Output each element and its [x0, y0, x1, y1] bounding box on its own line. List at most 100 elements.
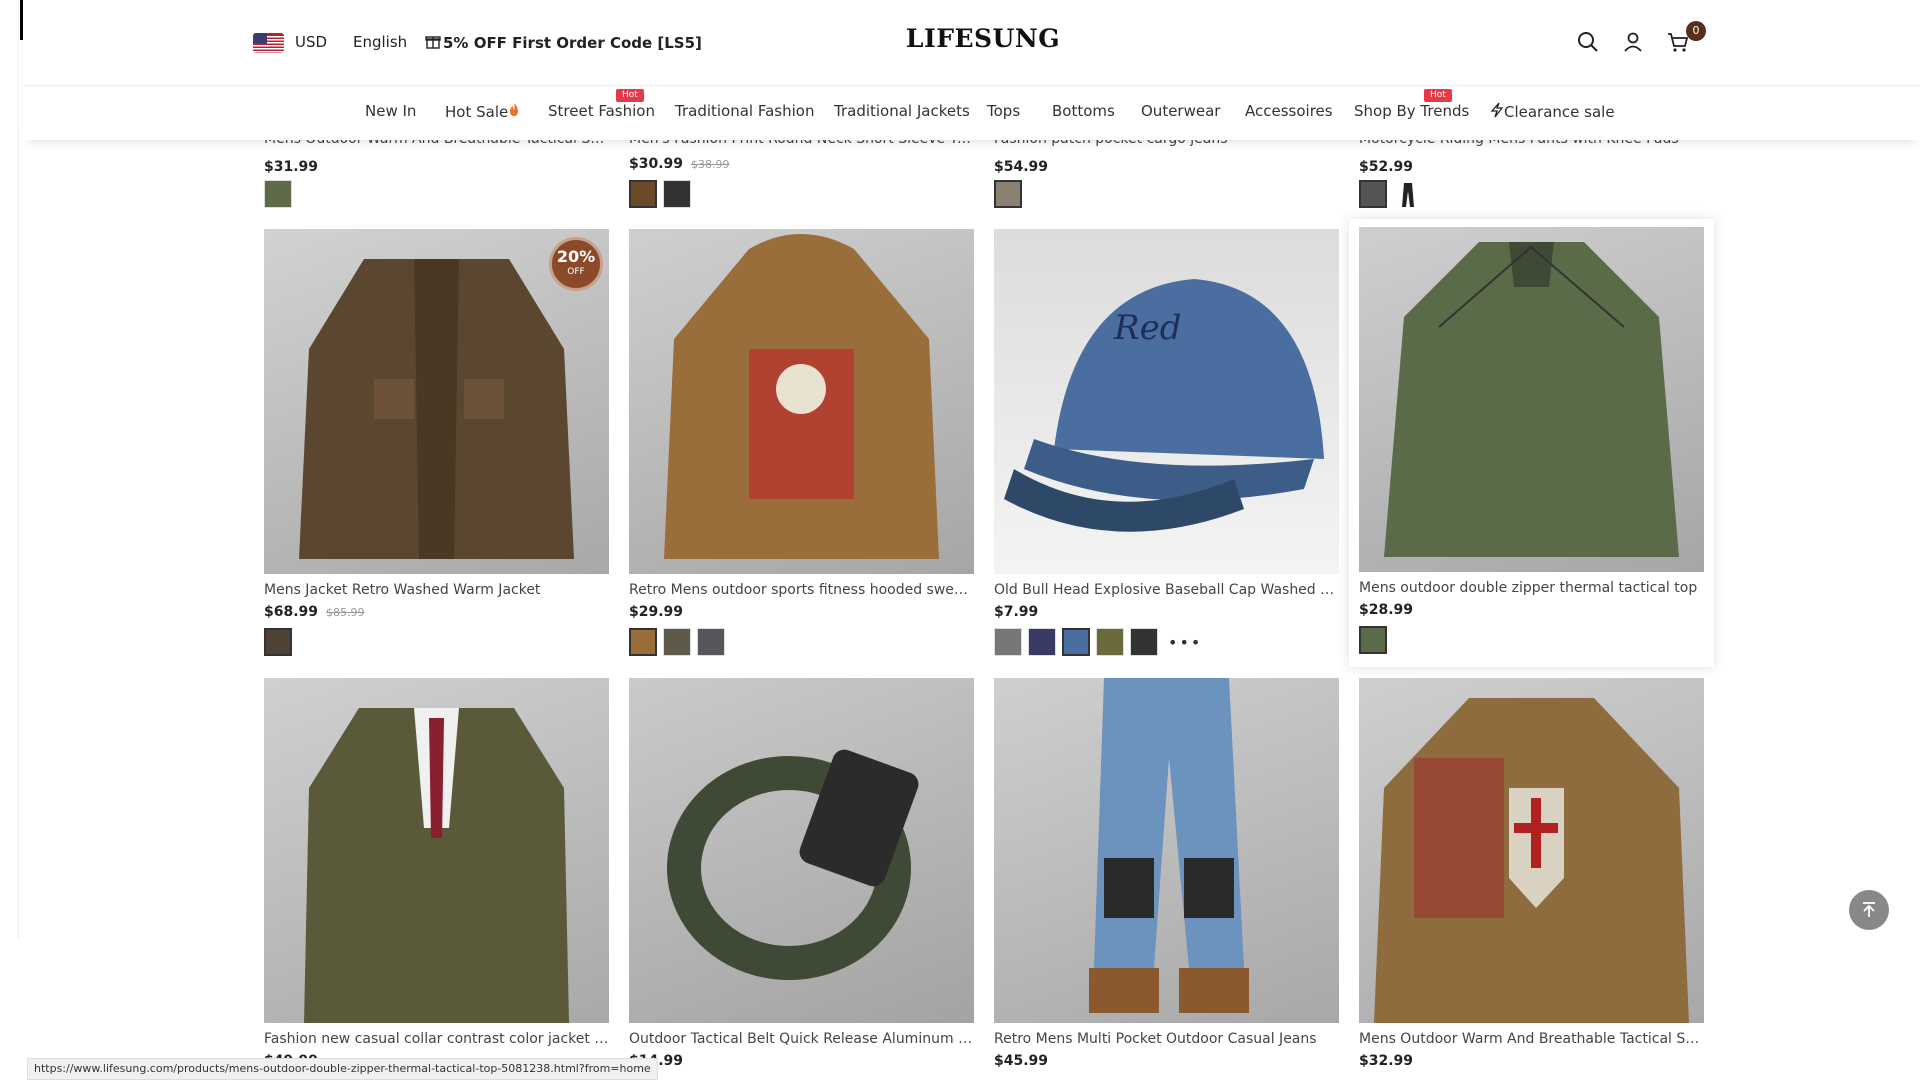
- color-swatch[interactable]: [1393, 180, 1421, 208]
- product-card[interactable]: Red Old Bull Head Explosive Baseball Cap…: [994, 229, 1339, 656]
- product-price: $32.99: [1359, 1053, 1414, 1069]
- color-swatch[interactable]: [663, 628, 691, 656]
- product-image[interactable]: [994, 678, 1339, 1023]
- color-swatch[interactable]: [994, 180, 1022, 208]
- product-image[interactable]: 20% OFF: [264, 229, 609, 574]
- nav-label: Bottoms: [1052, 102, 1115, 120]
- price-line: $68.99 $85.99: [264, 604, 609, 620]
- product-old-price: $38.99: [691, 158, 730, 171]
- product-title[interactable]: Fashion new casual collar contrast color…: [264, 1031, 609, 1047]
- product-card[interactable]: Mens Outdoor Warm And Breathable Tactica…: [1359, 678, 1704, 1069]
- nav-item-shop-by-trends[interactable]: Shop By Trends Hot: [1354, 89, 1469, 120]
- account-icon[interactable]: [1621, 30, 1645, 54]
- lightning-icon: [1490, 102, 1504, 122]
- color-swatch[interactable]: [1028, 628, 1056, 656]
- product-price: $54.99: [994, 159, 1049, 175]
- price-line: $54.99: [994, 156, 1048, 175]
- color-swatch[interactable]: [1359, 626, 1387, 654]
- price-line: $30.99 $38.99: [629, 156, 730, 172]
- nav-label: Accessoires: [1245, 102, 1333, 120]
- nav-label: Traditional Jackets: [834, 102, 970, 120]
- product-card[interactable]: Retro Mens Multi Pocket Outdoor Casual J…: [994, 678, 1339, 1069]
- nav-label: Clearance sale: [1504, 103, 1615, 121]
- hot-badge: Hot: [1424, 89, 1452, 102]
- top-bar: USD English 5% OFF First Order Code [LS5…: [23, 0, 1920, 86]
- nav-item-street-fashion[interactable]: Street Fashion Hot: [548, 89, 655, 120]
- nav-item-bottoms[interactable]: Bottoms: [1052, 102, 1115, 120]
- color-swatch[interactable]: [264, 180, 292, 208]
- product-price: $30.99: [629, 156, 684, 172]
- product-image[interactable]: [629, 678, 974, 1023]
- nav-item-traditional-jackets[interactable]: Traditional Jackets: [834, 102, 970, 120]
- product-title[interactable]: Mens Outdoor Warm And Breathable Tactica…: [1359, 1031, 1704, 1047]
- price-line: $32.99: [1359, 1053, 1704, 1069]
- cart-count-badge: 0: [1686, 21, 1706, 41]
- price-line: $28.99: [1359, 602, 1704, 618]
- product-title[interactable]: Old Bull Head Explosive Baseball Cap Was…: [994, 582, 1339, 598]
- nav-item-traditional-fashion[interactable]: Traditional Fashion: [675, 102, 814, 120]
- nav-item-accessoires[interactable]: Accessoires: [1245, 102, 1333, 120]
- price-line: $7.99: [994, 604, 1339, 620]
- product-title[interactable]: Outdoor Tactical Belt Quick Release Alum…: [629, 1031, 974, 1047]
- discount-label: OFF: [567, 267, 585, 277]
- product-title[interactable]: Mens Jacket Retro Washed Warm Jacket: [264, 582, 609, 598]
- back-to-top-button[interactable]: [1849, 890, 1889, 930]
- product-image[interactable]: [1359, 227, 1704, 572]
- color-swatch[interactable]: [1062, 628, 1090, 656]
- nav-label: New In: [365, 102, 417, 120]
- product-image[interactable]: [1359, 678, 1704, 1023]
- color-swatch[interactable]: [994, 628, 1022, 656]
- more-colors-icon[interactable]: •••: [1168, 633, 1202, 652]
- product-image[interactable]: Red: [994, 229, 1339, 574]
- product-title[interactable]: Retro Mens outdoor sports fitness hooded…: [629, 582, 974, 598]
- price-line: $45.99: [994, 1053, 1339, 1069]
- product-title[interactable]: Mens outdoor double zipper thermal tacti…: [1359, 580, 1704, 596]
- status-bar-url: https://www.lifesung.com/products/mens-o…: [27, 1058, 658, 1080]
- discount-badge: 20% OFF: [549, 237, 603, 291]
- color-swatch[interactable]: [629, 180, 657, 208]
- product-price: $45.99: [994, 1053, 1049, 1069]
- product-card[interactable]: Retro Mens outdoor sports fitness hooded…: [629, 229, 974, 656]
- color-swatch[interactable]: [697, 628, 725, 656]
- color-swatch[interactable]: [1359, 180, 1387, 208]
- color-swatch[interactable]: [629, 628, 657, 656]
- product-price: $28.99: [1359, 602, 1414, 618]
- nav-label: Traditional Fashion: [675, 102, 815, 120]
- product-card-hovered[interactable]: Mens outdoor double zipper thermal tacti…: [1349, 219, 1714, 667]
- swatch-list: [994, 180, 1022, 208]
- product-old-price: $85.99: [326, 606, 365, 619]
- price-line: $14.99: [629, 1053, 974, 1069]
- product-card-inner: Mens outdoor double zipper thermal tacti…: [1359, 227, 1704, 654]
- color-swatch[interactable]: [663, 180, 691, 208]
- product-title[interactable]: Retro Mens Multi Pocket Outdoor Casual J…: [994, 1031, 1339, 1047]
- hot-badge: Hot: [616, 89, 644, 102]
- nav-label: Outerwear: [1141, 102, 1221, 120]
- product-image[interactable]: [629, 229, 974, 574]
- nav-item-outerwear[interactable]: Outerwear: [1141, 102, 1220, 120]
- product-price: $7.99: [994, 604, 1039, 620]
- product-price: $31.99: [264, 159, 319, 175]
- color-swatch[interactable]: [1096, 628, 1124, 656]
- swatch-list: [264, 628, 609, 656]
- product-card[interactable]: 20% OFF Mens Jacket Retro Washed Warm Ja…: [264, 229, 609, 656]
- nav-item-new-in[interactable]: New In: [365, 102, 416, 120]
- color-swatch[interactable]: [264, 628, 292, 656]
- nav-item-hot-sale[interactable]: Hot Sale: [445, 102, 520, 121]
- nav-item-tops[interactable]: Tops: [987, 102, 1020, 120]
- site-header: USD English 5% OFF First Order Code [LS5…: [23, 0, 1920, 140]
- swatch-list: [264, 180, 292, 208]
- price-line: $52.99: [1359, 156, 1413, 175]
- color-swatch[interactable]: [1130, 628, 1158, 656]
- swatch-list: [629, 628, 974, 656]
- product-image[interactable]: [264, 678, 609, 1023]
- search-icon[interactable]: [1576, 30, 1600, 54]
- product-price: $68.99: [264, 604, 319, 620]
- main-nav: New In Hot Sale Street Fashion Hot Tradi…: [23, 86, 1920, 140]
- swatch-list: •••: [994, 628, 1339, 656]
- nav-item-clearance-sale[interactable]: Clearance sale: [1490, 102, 1615, 122]
- nav-label: Hot Sale: [445, 102, 509, 121]
- product-card[interactable]: Fashion new casual collar contrast color…: [264, 678, 609, 1069]
- product-card[interactable]: Outdoor Tactical Belt Quick Release Alum…: [629, 678, 974, 1069]
- left-edge-strip: [0, 0, 19, 940]
- nav-label: Tops: [987, 102, 1021, 120]
